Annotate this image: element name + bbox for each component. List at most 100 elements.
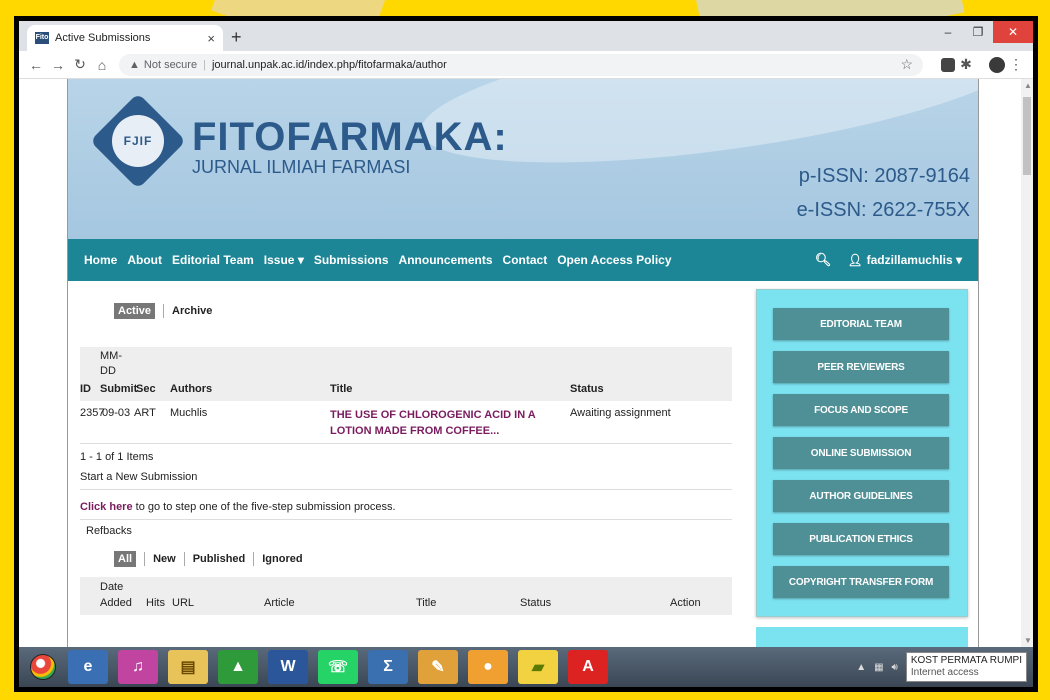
file-explorer-icon[interactable]: ▤ <box>168 650 208 684</box>
header-id: ID <box>80 383 91 395</box>
header-dd: DD <box>100 365 116 377</box>
browser-window: Fito Active Submissions × + – ❐ ✕ ← → ↻ … <box>19 21 1033 687</box>
calculator-app-icon[interactable]: Σ <box>368 650 408 684</box>
page-scrollbar[interactable]: ▲ ▼ <box>1021 79 1033 647</box>
click-here-link[interactable]: Click here <box>80 501 133 513</box>
minimize-icon[interactable]: – <box>933 21 963 43</box>
sidebar-copyright-form-button[interactable]: COPYRIGHT TRANSFER FORM <box>773 566 949 598</box>
sidebar-author-guidelines-button[interactable]: AUTHOR GUIDELINES <box>773 480 949 512</box>
header-status: Status <box>520 597 552 609</box>
header-sec: Sec <box>136 383 156 395</box>
instructions-text: to go to step one of the five-step submi… <box>132 501 396 513</box>
submission-section: ART <box>134 407 156 419</box>
user-menu[interactable]: fadzillamuchlis ▾ <box>867 253 962 267</box>
journal-subtitle: JURNAL ILMIAH FARMASI <box>192 157 411 177</box>
items-count: 1 - 1 of 1 Items <box>80 451 154 463</box>
scroll-up-icon[interactable]: ▲ <box>1024 81 1032 90</box>
whatsapp-icon[interactable]: ☏ <box>318 650 358 684</box>
tab-new[interactable]: New <box>153 553 176 565</box>
header-article: Article <box>264 597 295 609</box>
tab-active-submissions[interactable]: Fito Active Submissions × <box>27 25 223 51</box>
refbacks-tabs: All New Published Ignored <box>114 551 303 567</box>
header-status: Status <box>570 383 604 395</box>
network-tooltip: KOST PERMATA RUMPI Internet access <box>905 652 1027 682</box>
close-window-icon[interactable]: ✕ <box>993 21 1033 43</box>
nav-contact[interactable]: Contact <box>503 253 548 267</box>
nav-editorial-team[interactable]: Editorial Team <box>172 253 254 267</box>
tab-ignored[interactable]: Ignored <box>262 553 302 565</box>
sidebar-editorial-team-button[interactable]: EDITORIAL TEAM <box>773 308 949 340</box>
window-controls: – ❐ ✕ <box>933 21 1033 43</box>
sidebar-menu: EDITORIAL TEAM PEER REVIEWERS FOCUS AND … <box>756 289 968 617</box>
sidebar-focus-scope-button[interactable]: FOCUS AND SCOPE <box>773 394 949 426</box>
main-column: Active Archive MM- DD ID Submit Sec Auth… <box>80 281 732 647</box>
refbacks-table-header: Date Added Hits URL Article Title Status… <box>80 577 732 615</box>
sidebar-peer-reviewers-button[interactable]: PEER REVIEWERS <box>773 351 949 383</box>
back-arrow-icon[interactable]: ← <box>25 57 47 73</box>
profile-avatar-icon[interactable] <box>989 56 1005 73</box>
chrome-taskbar-icon[interactable] <box>23 649 63 685</box>
header-title: Title <box>416 597 437 609</box>
folder-app-icon[interactable]: ▰ <box>518 650 558 684</box>
pdf-reader-icon[interactable]: A <box>568 650 608 684</box>
nav-home[interactable]: Home <box>84 253 117 267</box>
word-icon[interactable]: W <box>268 650 308 684</box>
table-row: 2357 09-03 ART Muchlis THE USE OF CHLORO… <box>80 405 732 441</box>
nav-issue[interactable]: Issue ▾ <box>264 253 304 267</box>
tab-divider <box>163 304 165 318</box>
new-tab-button[interactable]: + <box>231 27 242 48</box>
print-issn: p-ISSN: 2087-9164 <box>798 165 970 187</box>
extension-icon[interactable] <box>941 57 955 72</box>
music-player-icon[interactable]: ♫ <box>118 650 158 684</box>
browser-toolbar: ← → ↻ ⌂ ▲ Not secure | journal.unpak.ac.… <box>19 51 1033 79</box>
home-icon[interactable]: ⌂ <box>91 57 113 73</box>
refbacks-heading: Refbacks <box>86 525 132 537</box>
forward-arrow-icon[interactable]: → <box>47 57 69 73</box>
page-content: Active Archive MM- DD ID Submit Sec Auth… <box>68 281 978 647</box>
screen-frame: Fito Active Submissions × + – ❐ ✕ ← → ↻ … <box>14 16 1038 692</box>
menu-kebab-icon[interactable]: ⋮ <box>1005 56 1027 73</box>
gesture-app-icon[interactable]: ✎ <box>418 650 458 684</box>
nav-submissions[interactable]: Submissions <box>314 253 389 267</box>
journal-site: FJIF FITOFARMAKA: JURNAL ILMIAH FARMASI … <box>67 79 979 647</box>
reload-icon[interactable]: ↻ <box>69 56 91 73</box>
puzzle-extensions-icon[interactable]: ✱ <box>955 56 977 73</box>
scroll-thumb[interactable] <box>1023 97 1031 175</box>
sidebar-next-block <box>756 627 968 647</box>
submission-status: Awaiting assignment <box>570 407 671 419</box>
tab-published[interactable]: Published <box>193 553 246 565</box>
address-bar[interactable]: ▲ Not secure | journal.unpak.ac.id/index… <box>119 53 923 76</box>
scroll-down-icon[interactable]: ▼ <box>1024 636 1032 645</box>
internet-explorer-icon[interactable]: e <box>68 650 108 684</box>
submission-date: 09-03 <box>102 407 131 419</box>
network-name: KOST PERMATA RUMPI <box>910 655 1022 666</box>
submission-id: 2357 <box>80 407 105 419</box>
tab-all[interactable]: All <box>114 551 137 567</box>
nav-announcements[interactable]: Announcements <box>399 253 493 267</box>
logo-text: FJIF <box>123 134 153 148</box>
nav-open-access-policy[interactable]: Open Access Policy <box>557 253 671 267</box>
close-tab-icon[interactable]: × <box>207 31 215 46</box>
search-icon[interactable]: 🔍︎ <box>815 252 832 268</box>
submission-tabs: Active Archive <box>114 303 212 319</box>
sidebar-publication-ethics-button[interactable]: PUBLICATION ETHICS <box>773 523 949 555</box>
submission-instructions: Click here to go to step one of the five… <box>80 501 396 513</box>
nav-about[interactable]: About <box>127 253 162 267</box>
warning-icon[interactable]: ▲ <box>129 59 140 71</box>
section-divider <box>80 489 732 490</box>
header-url: URL <box>172 597 195 609</box>
submission-title-link[interactable]: THE USE OF CHLOROGENIC ACID IN A LOTION … <box>330 407 560 439</box>
header-authors: Authors <box>170 383 213 395</box>
tab-archive[interactable]: Archive <box>172 305 212 317</box>
network-icon[interactable]: ▦ <box>874 662 883 673</box>
media-app-icon[interactable]: ● <box>468 650 508 684</box>
green-triangle-app-icon[interactable]: ▲ <box>218 650 258 684</box>
bookmark-star-icon[interactable]: ☆ <box>900 56 913 73</box>
tab-active[interactable]: Active <box>114 303 156 319</box>
restore-icon[interactable]: ❐ <box>963 21 993 43</box>
sidebar-online-submission-button[interactable]: ONLINE SUBMISSION <box>773 437 949 469</box>
volume-icon[interactable]: 🔊︎ <box>892 662 898 673</box>
nav-user-area: 🔍︎ 👤︎ fadzillamuchlis ▾ <box>815 252 962 268</box>
tray-expand-icon[interactable]: ▲ <box>856 662 866 673</box>
tab-strip: Fito Active Submissions × + – ❐ ✕ <box>19 21 1033 51</box>
